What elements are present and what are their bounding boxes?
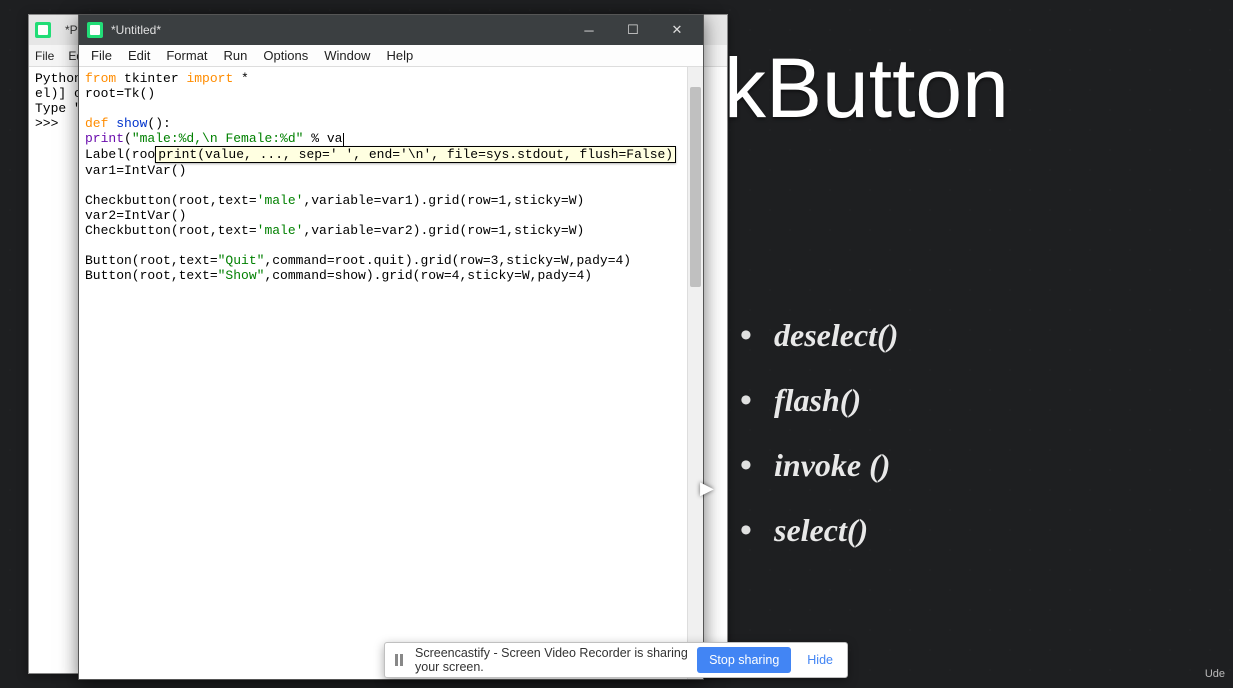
hide-button[interactable]: Hide [799, 647, 841, 673]
code-line: Button(root,text="Quit",command=root.qui… [85, 253, 697, 268]
idle-editor-window: *Untitled* ─ ☐ ✕ File Edit Format Run Op… [78, 14, 704, 680]
calltip-tooltip: print(value, ..., sep=' ', end='\n', fil… [155, 146, 676, 163]
code-line: Checkbutton(root,text='male',variable=va… [85, 223, 697, 238]
editor-titlebar[interactable]: *Untitled* ─ ☐ ✕ [79, 15, 703, 45]
code-line: var2=IntVar() [85, 208, 697, 223]
code-line: root=Tk() [85, 86, 697, 101]
code-line: Button(root,text="Show",command=show).gr… [85, 268, 697, 283]
brand-watermark: Ude [1205, 668, 1225, 680]
menu-run[interactable]: Run [216, 46, 256, 65]
shell-menu-file[interactable]: File [35, 49, 54, 63]
list-item: flash() [774, 382, 1213, 419]
code-line: print("male:%d,\n Female:%d" % va [85, 131, 697, 146]
slide-method-list: deselect() flash() invoke () select() [724, 317, 1213, 549]
list-item: invoke () [774, 447, 1213, 484]
list-item: deselect() [774, 317, 1213, 354]
code-line [85, 101, 697, 116]
code-line: from tkinter import * [85, 71, 697, 86]
close-button[interactable]: ✕ [655, 15, 699, 45]
maximize-button[interactable]: ☐ [611, 15, 655, 45]
pause-icon [395, 654, 403, 666]
slide-title: kButton [724, 40, 1213, 137]
stop-sharing-button[interactable]: Stop sharing [697, 647, 791, 673]
screen-share-banner: Screencastify - Screen Video Recorder is… [384, 642, 848, 678]
window-controls: ─ ☐ ✕ [567, 15, 699, 45]
menu-window[interactable]: Window [316, 46, 378, 65]
editor-menubar: File Edit Format Run Options Window Help [79, 45, 703, 67]
code-editor[interactable]: from tkinter import * root=Tk() def show… [79, 67, 703, 679]
code-line [85, 238, 697, 253]
menu-help[interactable]: Help [378, 46, 421, 65]
text-cursor [343, 133, 344, 146]
share-text: Screencastify - Screen Video Recorder is… [415, 646, 689, 674]
list-item: select() [774, 512, 1213, 549]
python-icon [35, 22, 51, 38]
menu-options[interactable]: Options [255, 46, 316, 65]
code-line: def show(): [85, 116, 697, 131]
expand-arrow-icon[interactable]: ▶ [700, 478, 714, 499]
python-icon [87, 22, 103, 38]
code-line [85, 178, 697, 193]
code-line: var1=IntVar() [85, 163, 697, 178]
menu-format[interactable]: Format [158, 46, 215, 65]
code-line: Label(rooprint(value, ..., sep=' ', end=… [85, 146, 697, 163]
menu-edit[interactable]: Edit [120, 46, 158, 65]
editor-title-text: *Untitled* [111, 23, 567, 37]
code-line: Checkbutton(root,text='male',variable=va… [85, 193, 697, 208]
minimize-button[interactable]: ─ [567, 15, 611, 45]
presentation-slide: kButton deselect() flash() invoke () sel… [704, 0, 1233, 688]
menu-file[interactable]: File [83, 46, 120, 65]
vertical-scrollbar[interactable] [687, 67, 703, 679]
